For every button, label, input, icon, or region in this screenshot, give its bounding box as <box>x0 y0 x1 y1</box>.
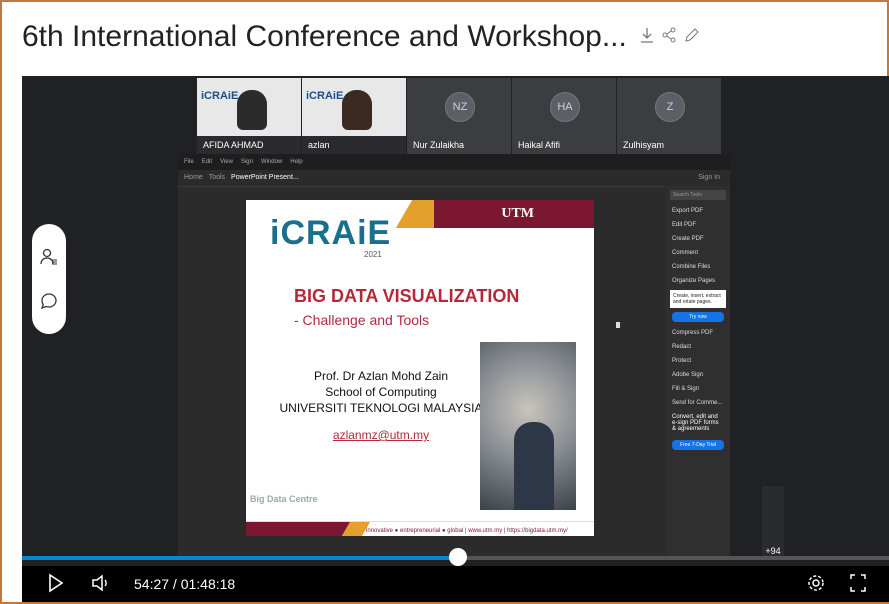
participant-name: AFIDA AHMAD <box>197 136 301 154</box>
menu-item[interactable]: View <box>220 154 233 170</box>
progress-handle[interactable] <box>449 548 468 566</box>
tool-item[interactable]: Adobe Sign <box>666 368 730 382</box>
sign-in-link[interactable]: Sign In <box>698 170 720 186</box>
share-icon[interactable] <box>661 26 677 49</box>
presentation-slide: UTM iCRAiE 2021 BIG DATA VISUALIZATION -… <box>246 200 594 536</box>
page-title: 6th International Conference and Worksho… <box>22 20 627 53</box>
tool-item[interactable]: Combine Files <box>666 260 730 274</box>
slide-footer: innovative ● entrepreneurial ● global | … <box>246 521 594 536</box>
conference-logo: iCRAiE <box>201 90 239 102</box>
tool-item[interactable]: Edit PDF <box>666 218 730 232</box>
title-bar: 6th International Conference and Worksho… <box>12 6 882 68</box>
speaker-photo <box>480 342 576 510</box>
tool-tip: Create, insert, extract and rotate pages… <box>670 290 726 308</box>
try-now-button[interactable]: Try now <box>672 312 724 322</box>
icraie-year: 2021 <box>364 250 382 259</box>
chat-icon[interactable] <box>40 292 58 310</box>
participant-name: Nur Zulaikha <box>407 136 511 154</box>
promo-text: Convert, edit and e-sign PDF forms & agr… <box>672 414 719 432</box>
more-participants-badge[interactable]: +94 <box>762 486 784 560</box>
tool-item[interactable]: Protect <box>666 354 730 368</box>
utm-logo: UTM <box>501 206 534 221</box>
participant-name: azlan <box>302 136 406 154</box>
avatar: NZ <box>445 92 475 122</box>
tab-tools[interactable]: Tools <box>209 170 225 186</box>
participant-video <box>342 90 372 130</box>
participant-tile[interactable]: Z Zulhisyam <box>617 78 722 154</box>
menu-item[interactable]: Edit <box>202 154 212 170</box>
participant-name: Zulhisyam <box>617 136 721 154</box>
conference-logo: iCRAiE <box>306 90 344 102</box>
tool-item[interactable]: Redact <box>666 340 730 354</box>
avatar: Z <box>655 92 685 122</box>
time-display: 54:27 / 01:48:18 <box>134 576 236 592</box>
tool-item[interactable]: Create PDF <box>666 232 730 246</box>
tab-document[interactable]: PowerPoint Present... <box>231 170 299 186</box>
participant-video <box>237 90 267 130</box>
photo-person <box>514 422 554 510</box>
slide-subheading: - Challenge and Tools <box>294 312 430 328</box>
tool-item[interactable]: Export PDF <box>666 204 730 218</box>
tool-item[interactable]: Organize Pages <box>666 274 730 288</box>
menu-item[interactable]: File <box>184 154 194 170</box>
participant-name: Haikal Afifi <box>512 136 616 154</box>
participants-icon[interactable] <box>40 248 58 266</box>
progress-bar[interactable] <box>22 548 889 566</box>
tool-item[interactable]: Compress PDF <box>666 326 730 340</box>
footer-text: innovative ● entrepreneurial ● global | … <box>366 528 568 534</box>
author-line: Prof. Dr Azlan Mohd Zain <box>313 369 449 383</box>
footer-stripe <box>246 522 351 536</box>
participant-strip: iCRAiE AFIDA AHMAD iCRAiE azlan NZ Nur Z… <box>197 78 722 154</box>
tools-search[interactable]: Search Tools <box>670 190 726 200</box>
play-icon[interactable] <box>46 572 66 599</box>
video-stage: iCRAiE AFIDA AHMAD iCRAiE azlan NZ Nur Z… <box>22 76 889 600</box>
author-line: UNIVERSITI TEKNOLOGI MALAYSIA <box>279 401 483 415</box>
org-label: Big Data Centre <box>250 494 318 504</box>
avatar: HA <box>550 92 580 122</box>
title-actions <box>639 26 699 49</box>
tab-home[interactable]: Home <box>184 170 203 186</box>
acrobat-tabs: Home Tools PowerPoint Present... Sign In <box>178 170 730 187</box>
participant-tile[interactable]: iCRAiE azlan <box>302 78 407 154</box>
acrobat-menu: File Edit View Sign Window Help <box>178 154 730 170</box>
settings-icon[interactable] <box>806 572 826 599</box>
author-block: Prof. Dr Azlan Mohd Zain School of Compu… <box>276 368 486 416</box>
mouse-cursor-icon <box>616 322 620 328</box>
edit-icon[interactable] <box>683 26 699 49</box>
menu-item[interactable]: Window <box>261 154 282 170</box>
player-controls: 54:27 / 01:48:18 <box>22 566 889 602</box>
fullscreen-icon[interactable] <box>848 572 868 599</box>
progress-fill <box>22 556 459 560</box>
author-email[interactable]: azlanmz@utm.my <box>276 428 486 442</box>
tool-item[interactable]: Send for Comme... <box>666 396 730 410</box>
participant-tile[interactable]: HA Haikal Afifi <box>512 78 617 154</box>
acrobat-tools-panel: Search Tools Export PDF Edit PDF Create … <box>666 186 730 556</box>
side-toolbar <box>32 224 66 334</box>
participant-tile[interactable]: iCRAiE AFIDA AHMAD <box>197 78 302 154</box>
slide-heading: BIG DATA VISUALIZATION <box>294 286 520 306</box>
volume-icon[interactable] <box>90 572 112 599</box>
tool-item[interactable]: Fill & Sign <box>666 382 730 396</box>
participant-tile[interactable]: NZ Nur Zulaikha <box>407 78 512 154</box>
download-icon[interactable] <box>639 26 655 49</box>
menu-item[interactable]: Sign <box>241 154 253 170</box>
author-line: School of Computing <box>325 385 437 399</box>
menu-item[interactable]: Help <box>290 154 302 170</box>
screen-share: File Edit View Sign Window Help Home Too… <box>178 154 730 556</box>
free-trial-button[interactable]: Free 7-Day Trial <box>672 440 724 450</box>
icraie-logo: iCRAiE <box>270 214 392 252</box>
tool-item[interactable]: Comment <box>666 246 730 260</box>
